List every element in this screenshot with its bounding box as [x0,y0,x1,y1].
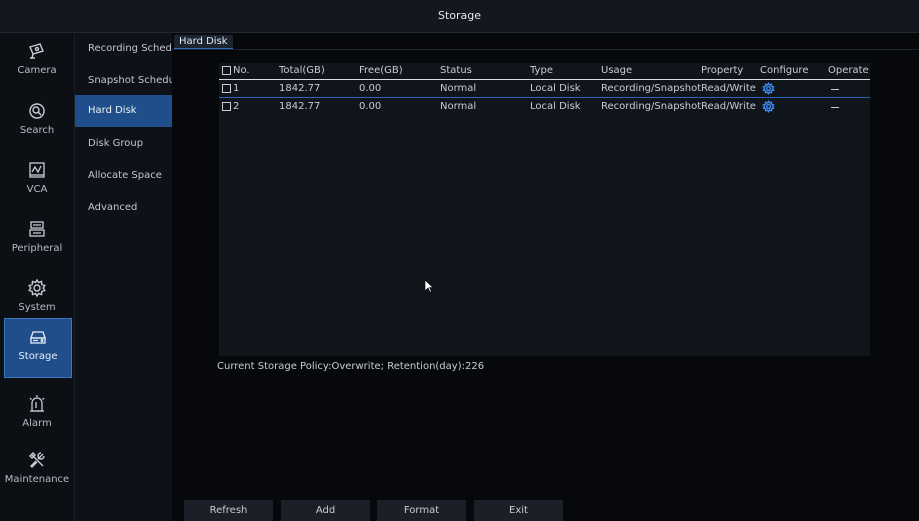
sub-item-allocate-space[interactable]: Allocate Space [75,160,172,192]
nav-label: Maintenance [4,474,70,485]
col-operate: Operate [828,65,869,76]
gear-icon[interactable] [762,82,775,95]
cell-no: 2 [233,101,240,112]
cell-type: Local Disk [530,83,581,94]
sub-nav: Recording Sched... Snapshot Schedu.. Har… [75,33,172,521]
tab-divider [172,49,919,50]
refresh-button[interactable]: Refresh [184,500,273,521]
select-all-checkbox[interactable] [222,66,231,75]
search-icon [29,103,45,119]
col-status: Status [440,65,472,76]
table-row[interactable]: 1 1842.77 0.00 Normal Local Disk Recordi… [219,81,870,98]
gear-icon [28,278,46,298]
nav-label: System [18,302,56,313]
nav-item-vca[interactable]: VCA [0,152,74,210]
sub-item-snapshot-schedule[interactable]: Snapshot Schedu.. [75,65,172,97]
cell-property: Read/Write [701,83,756,94]
tools-icon [29,452,45,468]
cell-usage: Recording/Snapshot [601,101,702,112]
nav-label: Storage [18,351,58,362]
gear-icon[interactable] [762,100,775,113]
nav-item-storage[interactable]: Storage [4,318,72,378]
cell-type: Local Disk [530,101,581,112]
cell-status: Normal [440,101,477,112]
nav-item-alarm[interactable]: Alarm [0,386,74,444]
nav-item-maintenance[interactable]: Maintenance [0,442,74,500]
minus-icon[interactable] [831,89,839,90]
storage-icon [30,331,46,344]
exit-button[interactable]: Exit [474,500,563,521]
hard-disk-table: No. Total(GB) Free(GB) Status Type Usage… [219,63,870,356]
nav-label: Camera [17,65,57,76]
table-header: No. Total(GB) Free(GB) Status Type Usage… [219,63,870,80]
nav-item-camera[interactable]: Camera [0,33,74,91]
camera-icon [29,43,44,59]
nav-label: Alarm [22,418,52,429]
sub-item-hard-disk[interactable]: Hard Disk [75,95,172,127]
cell-usage: Recording/Snapshot [601,83,702,94]
col-property: Property [701,65,744,76]
cell-free: 0.00 [359,101,382,112]
row-checkbox[interactable] [222,102,231,111]
col-free: Free(GB) [359,65,403,76]
format-button[interactable]: Format [377,500,466,521]
nav-item-search[interactable]: Search [0,93,74,151]
storage-policy-text: Current Storage Policy:Overwrite; Retent… [217,361,485,372]
cell-total: 1842.77 [279,83,321,94]
col-configure: Configure [760,65,809,76]
cell-total: 1842.77 [279,101,321,112]
sub-item-advanced[interactable]: Advanced [75,192,172,224]
nav-label: Search [19,125,55,136]
col-no: No. [233,65,250,76]
table-row[interactable]: 2 1842.77 0.00 Normal Local Disk Recordi… [219,99,870,115]
main-nav: Camera Search VCA Peripheral System Stor… [0,33,75,521]
col-type: Type [530,65,553,76]
minus-icon[interactable] [831,107,839,108]
col-usage: Usage [601,65,633,76]
peripheral-icon [29,221,45,237]
alarm-icon [29,395,45,412]
nav-label: Peripheral [11,243,63,254]
col-total: Total(GB) [279,65,325,76]
cell-free: 0.00 [359,83,382,94]
nav-item-peripheral[interactable]: Peripheral [0,211,74,269]
sub-item-disk-group[interactable]: Disk Group [75,128,172,160]
tab-hard-disk[interactable]: Hard Disk [174,35,233,50]
sub-item-recording-schedule[interactable]: Recording Sched... [75,33,172,65]
vca-icon [29,162,45,178]
nav-label: VCA [26,184,48,195]
row-checkbox[interactable] [222,84,231,93]
add-button[interactable]: Add [281,500,370,521]
content-area: Hard Disk No. Total(GB) Free(GB) Status … [172,33,919,521]
mouse-cursor-icon [424,279,434,293]
title-bar: Storage [0,0,919,33]
cell-no: 1 [233,83,240,94]
cell-property: Read/Write [701,101,756,112]
cell-status: Normal [440,83,477,94]
window-title: Storage [437,9,482,22]
